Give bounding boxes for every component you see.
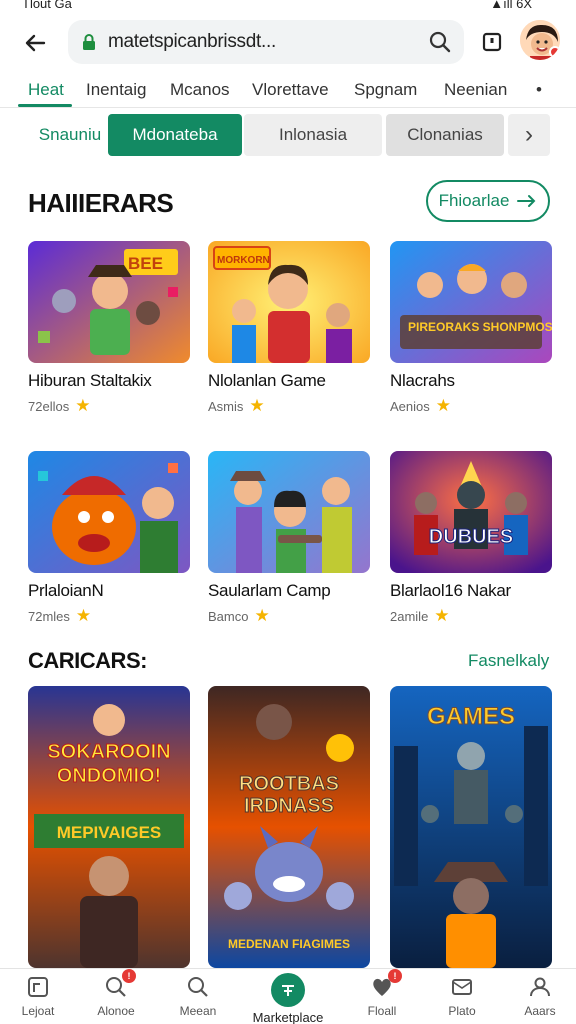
- notification-badge: !: [122, 969, 136, 983]
- game-card[interactable]: Saularlam Camp Bamco ★: [208, 451, 370, 626]
- search-icon: !: [102, 969, 136, 1001]
- category-tabs: Heat Inentaig Mcanos Vlorettave Spgnam N…: [0, 74, 576, 108]
- section-title-2: CARICARS:: [28, 648, 147, 673]
- tab-more[interactable]: •: [536, 80, 542, 100]
- svg-text:MEDENAN FIAGIMES: MEDENAN FIAGIMES: [228, 937, 350, 951]
- game-card[interactable]: MORKORN Nlolanlan Game Asmis ★: [208, 241, 370, 416]
- svg-text:IRDNASS: IRDNASS: [244, 795, 334, 817]
- url-text: matetspicanbrissdt...: [108, 31, 276, 52]
- game-card[interactable]: BEE Hiburan Staltakix 72ellos ★: [28, 241, 190, 416]
- active-tab-indicator: [18, 104, 72, 107]
- game-thumbnail: [208, 451, 370, 573]
- status-time: Tlout Ga: [22, 0, 72, 11]
- tabs-button[interactable]: [478, 28, 506, 56]
- nav-item-alonoe[interactable]: ! Alonoe: [78, 969, 154, 1024]
- game-card[interactable]: PIREORAKS SHONPMOS Nlacrahs Aenios ★: [390, 241, 552, 416]
- chip-mdonateba[interactable]: Mdonateba: [108, 114, 242, 156]
- svg-text:MEPIVAIGES: MEPIVAIGES: [57, 823, 162, 842]
- game-meta: Bamco ★: [208, 606, 270, 625]
- game-meta: 72ellos ★: [28, 396, 91, 415]
- avatar[interactable]: [518, 18, 562, 62]
- tab-vlorettave[interactable]: Vlorettave: [252, 80, 329, 100]
- marketplace-icon: [271, 973, 305, 1007]
- game-title: PrlaloianN: [28, 581, 104, 600]
- svg-text:MORKORN: MORKORN: [217, 255, 270, 266]
- person-icon: [526, 973, 554, 1001]
- game-title: Hiburan Staltakix: [28, 371, 152, 390]
- tabs-icon: [482, 32, 502, 52]
- tab-mcanos[interactable]: Mcanos: [170, 80, 230, 100]
- star-icon: ★: [75, 396, 91, 415]
- chip-clonanias[interactable]: Clonanias: [386, 114, 504, 156]
- search-icon: [184, 973, 212, 1001]
- notification-dot: [549, 46, 560, 58]
- game-card[interactable]: PrlaloianN 72mles ★: [28, 451, 190, 626]
- game-card[interactable]: DUBUES Blarlaol16 Nakar 2amile ★: [390, 451, 552, 626]
- arrow-right-icon: [517, 195, 536, 207]
- game-title: Saularlam Camp: [208, 581, 331, 600]
- chip-inlonasia[interactable]: Inlonasia: [244, 114, 382, 156]
- chips-next-button[interactable]: ›: [508, 114, 550, 156]
- game-title: Nlacrahs: [390, 371, 455, 390]
- game-poster[interactable]: ROOTBAS IRDNASS MEDENAN FIAGIMES: [208, 686, 370, 968]
- see-all-link[interactable]: Fasnelkaly: [468, 651, 549, 671]
- nav-item-home[interactable]: Lejoat: [0, 973, 76, 1024]
- game-poster[interactable]: GAMES: [390, 686, 552, 968]
- status-icons: ▲ıll 6X: [490, 0, 532, 11]
- see-all-button[interactable]: Fhioarlae: [426, 180, 550, 222]
- see-all-label: Fhioarlae: [438, 191, 510, 210]
- notification-badge: !: [388, 969, 402, 983]
- star-icon: ★: [75, 606, 92, 625]
- star-icon: ★: [435, 396, 451, 415]
- nav-item-plato[interactable]: Plato: [424, 973, 500, 1024]
- nav-item-meean[interactable]: Meean: [160, 973, 236, 1024]
- star-icon: ★: [249, 396, 265, 415]
- home-icon: [24, 973, 52, 1001]
- chip-snauniu[interactable]: Snauniu: [30, 114, 110, 156]
- tab-neenian[interactable]: Neenian: [444, 80, 507, 100]
- game-thumbnail: DUBUES: [390, 451, 552, 573]
- search-icon[interactable]: [428, 30, 452, 54]
- svg-text:GAMES: GAMES: [427, 703, 515, 730]
- back-arrow-icon: [25, 34, 46, 52]
- game-meta: Aenios ★: [390, 396, 451, 415]
- game-title: Blarlaol16 Nakar: [390, 581, 511, 600]
- svg-text:ONDOMIO!: ONDOMIO!: [57, 765, 161, 787]
- svg-text:SOKAROOIN: SOKAROOIN: [47, 741, 170, 763]
- address-bar[interactable]: matetspicanbrissdt...: [68, 20, 464, 64]
- status-bar: Tlout Ga ▲ıll 6X: [0, 0, 576, 14]
- game-thumbnail: BEE: [28, 241, 190, 363]
- game-poster[interactable]: SOKAROOIN ONDOMIO! MEPIVAIGES: [28, 686, 190, 968]
- heart-icon: !: [368, 969, 402, 1001]
- tab-inentaig[interactable]: Inentaig: [86, 80, 147, 100]
- game-title: Nlolanlan Game: [208, 371, 326, 390]
- mail-icon: [448, 973, 476, 1001]
- back-button[interactable]: [18, 26, 52, 60]
- game-thumbnail: PIREORAKS SHONPMOS: [390, 241, 552, 363]
- star-icon: ★: [434, 606, 450, 625]
- svg-text:BEE: BEE: [128, 254, 163, 273]
- tab-heat[interactable]: Heat: [28, 80, 64, 100]
- lock-icon: [83, 34, 95, 50]
- game-thumbnail: MORKORN: [208, 241, 370, 363]
- tab-spgnam[interactable]: Spgnam: [354, 80, 417, 100]
- bottom-navigation: Lejoat ! Alonoe Meean Marketplace ! Floa…: [0, 968, 576, 1024]
- game-meta: 72mles ★: [28, 606, 92, 625]
- game-meta: Asmis ★: [208, 396, 265, 415]
- svg-text:PIREORAKS SHONPMOS: PIREORAKS SHONPMOS: [408, 320, 552, 334]
- filter-chips: Snauniu Mdonateba Inlonasia Clonanias ›: [0, 114, 576, 156]
- star-icon: ★: [254, 606, 270, 625]
- svg-text:DUBUES: DUBUES: [429, 526, 513, 548]
- game-thumbnail: [28, 451, 190, 573]
- svg-text:ROOTBAS: ROOTBAS: [239, 773, 339, 795]
- nav-item-marketplace[interactable]: Marketplace: [250, 973, 326, 1024]
- game-meta: 2amile ★: [390, 606, 450, 625]
- nav-item-floall[interactable]: ! Floall: [344, 969, 420, 1024]
- nav-item-aaars[interactable]: Aaars: [502, 973, 576, 1024]
- section-title-1: HAIIIERARS: [28, 188, 174, 218]
- browser-toolbar: matetspicanbrissdt...: [0, 18, 576, 66]
